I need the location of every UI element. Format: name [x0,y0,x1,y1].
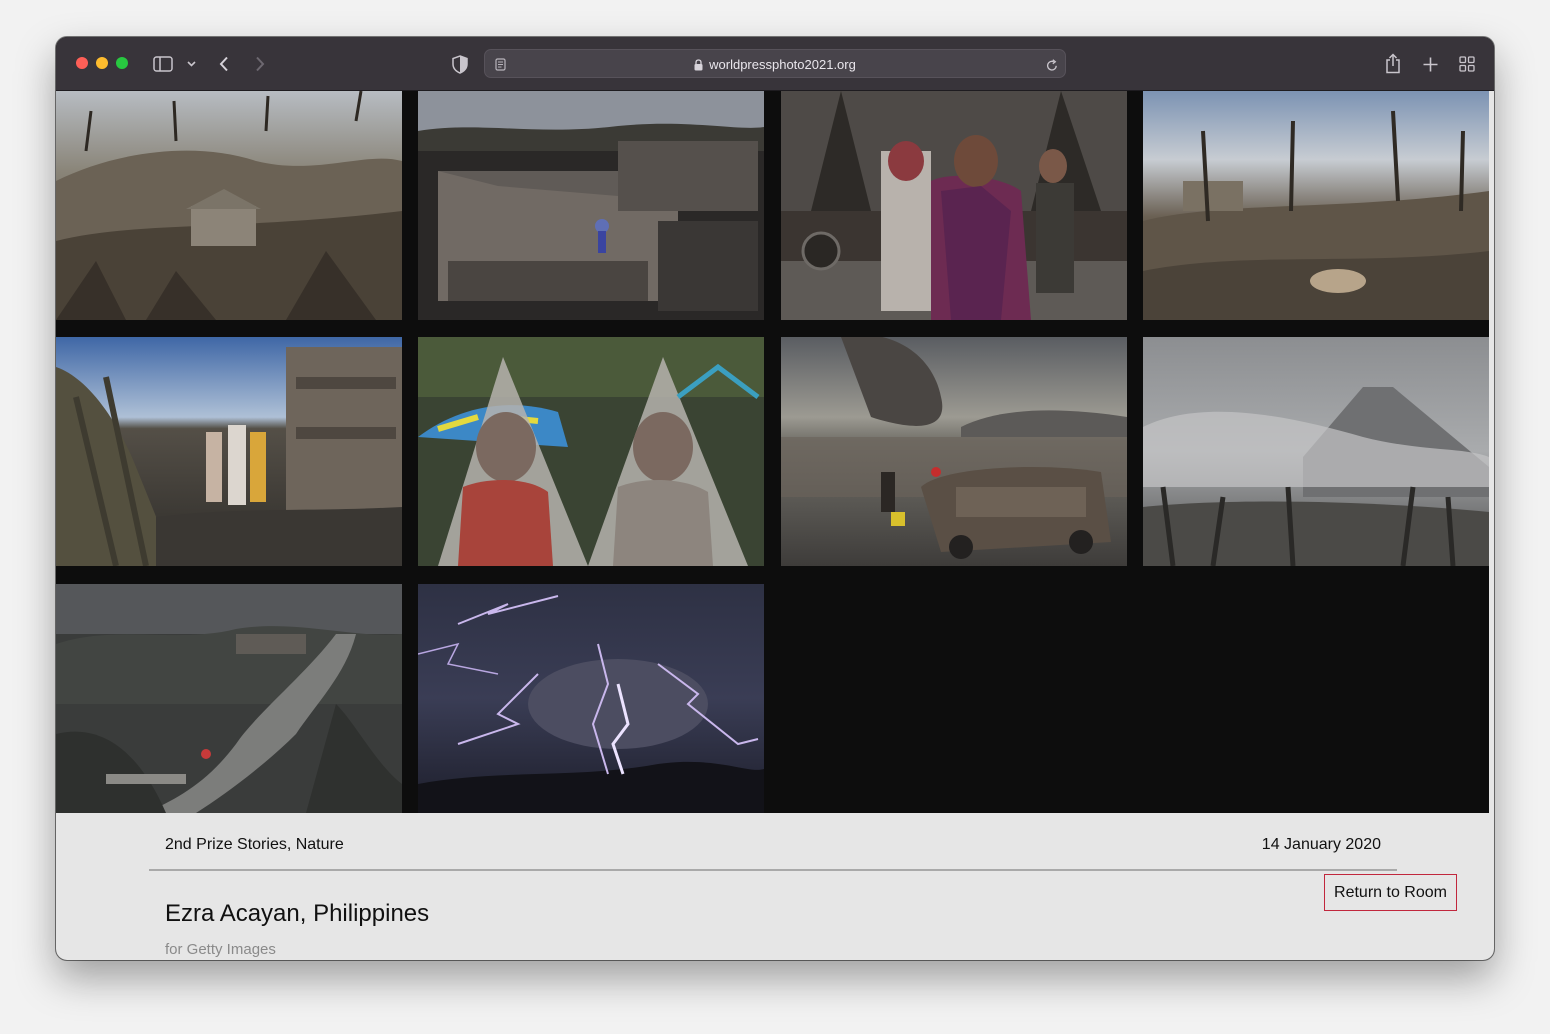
photographer-name: Ezra Acayan, Philippines [165,900,430,927]
prize-category: 2nd Prize Stories, Nature [165,836,344,853]
new-tab-icon[interactable] [1420,54,1440,74]
photo-gallery [56,91,1494,813]
photo-3[interactable] [781,91,1127,320]
chevron-down-icon[interactable] [186,57,196,71]
url-text: worldpressphoto2021.org [709,57,856,72]
photo-4[interactable] [1143,91,1489,320]
scrollbar[interactable] [1489,91,1494,813]
lock-icon [694,58,703,71]
browser-toolbar: worldpressphoto2021.org [56,37,1494,91]
forward-icon[interactable] [252,54,268,74]
sidebar-icon[interactable] [153,54,173,74]
agency-credit: for Getty Images [165,941,276,958]
share-icon[interactable] [1383,51,1403,75]
photo-9[interactable] [56,584,402,813]
photo-6[interactable] [418,337,764,566]
url-display[interactable]: worldpressphoto2021.org [485,50,1065,79]
shield-icon[interactable] [451,53,469,75]
reload-icon[interactable] [1045,57,1059,73]
tab-overview-icon[interactable] [1457,54,1477,74]
address-bar[interactable]: worldpressphoto2021.org [484,49,1066,78]
photo-5[interactable] [56,337,402,566]
story-date: 14 January 2020 [1261,836,1381,853]
zoom-window-button[interactable] [116,57,128,69]
photo-1[interactable] [56,91,402,320]
photo-7[interactable] [781,337,1127,566]
close-window-button[interactable] [76,57,88,69]
story-info-panel: 2nd Prize Stories, Nature 14 January 202… [56,813,1494,960]
photo-2[interactable] [418,91,764,320]
photo-8[interactable] [1143,337,1489,566]
photo-10[interactable] [418,584,764,813]
return-to-room-button[interactable]: Return to Room [1324,874,1457,911]
browser-window: worldpressphoto2021.org 2nd Prize Storie… [56,37,1494,960]
back-icon[interactable] [216,54,232,74]
divider [149,869,1397,871]
minimize-window-button[interactable] [96,57,108,69]
